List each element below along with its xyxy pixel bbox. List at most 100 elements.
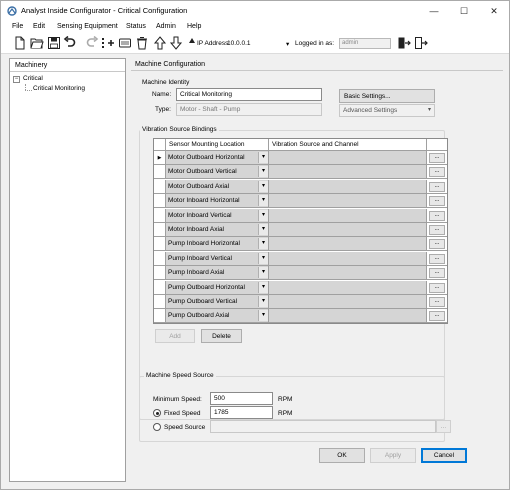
table-row[interactable]: Motor Outboard Axial ▾...	[154, 179, 447, 194]
minimum-speed-input[interactable]: 500	[210, 392, 273, 405]
vibration-source-cell[interactable]	[269, 237, 427, 252]
close-button[interactable]: ✕	[479, 1, 509, 21]
vibration-source-cell[interactable]	[269, 208, 427, 223]
browse-source-button[interactable]: ...	[429, 153, 445, 163]
chevron-down-icon[interactable]: ▾	[258, 238, 268, 250]
vibration-source-cell[interactable]	[269, 280, 427, 295]
table-row[interactable]: Pump Outboard Horizontal ▾...	[154, 280, 447, 295]
fixed-speed-input[interactable]: 1785	[210, 406, 273, 419]
name-input[interactable]: Critical Monitoring	[176, 88, 322, 101]
basic-settings-button[interactable]: Basic Settings...	[339, 89, 435, 103]
chevron-down-icon[interactable]: ▾	[258, 224, 268, 235]
table-row[interactable]: Pump Inboard Axial ▾...	[154, 266, 447, 281]
chevron-down-icon[interactable]: ▾	[258, 180, 268, 192]
browse-source-button[interactable]: ...	[429, 311, 445, 322]
row-header[interactable]	[154, 194, 166, 209]
menu-edit[interactable]: Edit	[33, 23, 45, 30]
collapse-icon[interactable]: −	[13, 76, 20, 83]
vibration-source-cell[interactable]	[269, 309, 427, 324]
browse-source-button[interactable]: ...	[429, 196, 445, 207]
row-header[interactable]	[154, 251, 166, 266]
sensor-location-dropdown[interactable]: Pump Outboard Horizontal ▾	[166, 280, 269, 295]
menu-file[interactable]: File	[12, 23, 23, 30]
table-row[interactable]: ▶ Motor Outboard Horizontal ▾...	[154, 151, 447, 165]
sensor-location-dropdown[interactable]: Motor Inboard Axial ▾	[166, 223, 269, 237]
row-header[interactable]	[154, 165, 166, 180]
chevron-down-icon[interactable]: ▾	[258, 166, 268, 178]
sensor-location-dropdown[interactable]: Pump Outboard Axial ▾	[166, 309, 269, 324]
browse-source-button[interactable]: ...	[429, 167, 445, 178]
arrow-down-icon[interactable]	[169, 36, 183, 50]
delete-button[interactable]: Delete	[201, 329, 242, 343]
row-header[interactable]	[154, 208, 166, 223]
vibration-source-cell[interactable]	[269, 194, 427, 209]
ok-button[interactable]: OK	[319, 448, 365, 463]
browse-source-button[interactable]: ...	[429, 253, 445, 264]
chevron-down-icon[interactable]: ▾	[258, 296, 268, 307]
delete-trash-icon[interactable]	[135, 36, 149, 50]
add-button[interactable]: Add	[155, 329, 195, 343]
chevron-down-icon[interactable]: ▾	[258, 281, 268, 293]
browse-source-button[interactable]: ...	[429, 268, 445, 279]
chevron-down-icon[interactable]: ▾	[258, 152, 268, 163]
sensor-location-dropdown[interactable]: Motor Outboard Horizontal ▾	[166, 151, 269, 165]
row-header[interactable]	[154, 237, 166, 252]
vibration-source-cell[interactable]	[269, 251, 427, 266]
speed-source-radio[interactable]	[153, 423, 161, 431]
vibration-source-cell[interactable]	[269, 179, 427, 194]
redo-icon[interactable]	[85, 36, 99, 50]
browse-source-button[interactable]: ...	[429, 210, 445, 221]
row-header[interactable]	[154, 295, 166, 309]
menu-help[interactable]: Help	[187, 23, 201, 30]
save-icon[interactable]	[47, 36, 61, 50]
row-header[interactable]	[154, 280, 166, 295]
sensor-location-dropdown[interactable]: Pump Inboard Horizontal ▾	[166, 237, 269, 252]
menu-admin[interactable]: Admin	[156, 23, 176, 30]
browse-source-button[interactable]: ...	[429, 225, 445, 235]
sensor-location-dropdown[interactable]: Pump Inboard Vertical ▾	[166, 251, 269, 266]
undo-icon[interactable]	[63, 36, 77, 50]
row-header[interactable]	[154, 266, 166, 281]
sensor-location-dropdown[interactable]: Motor Inboard Horizontal ▾	[166, 194, 269, 209]
chevron-down-icon[interactable]: ▾	[258, 267, 268, 279]
arrow-up-icon[interactable]	[153, 36, 167, 50]
row-header[interactable]	[154, 179, 166, 194]
table-row[interactable]: Motor Inboard Vertical ▾...	[154, 208, 447, 223]
menu-sensing-equipment[interactable]: Sensing Equipment	[57, 23, 118, 30]
table-row[interactable]: Pump Outboard Axial ▾...	[154, 309, 447, 324]
menu-status[interactable]: Status	[126, 23, 146, 30]
sensor-location-dropdown[interactable]: Motor Outboard Vertical ▾	[166, 165, 269, 180]
row-header[interactable]	[154, 223, 166, 237]
hardware-icon[interactable]	[118, 36, 132, 50]
row-header[interactable]	[154, 309, 166, 324]
sensor-location-dropdown[interactable]: Motor Inboard Vertical ▾	[166, 208, 269, 223]
minimize-button[interactable]: —	[419, 1, 449, 21]
sensor-location-dropdown[interactable]: Pump Outboard Vertical ▾	[166, 295, 269, 309]
current-row-indicator-icon[interactable]: ▶	[154, 151, 166, 165]
tree-item-critical-monitoring[interactable]: Critical Monitoring	[33, 85, 85, 92]
vibration-source-cell[interactable]	[269, 295, 427, 309]
chevron-down-icon[interactable]: ▾	[258, 195, 268, 207]
open-folder-icon[interactable]	[30, 36, 44, 50]
login-icon[interactable]	[414, 36, 428, 50]
browse-source-button[interactable]: ...	[429, 239, 445, 250]
table-row[interactable]: Motor Outboard Vertical ▾...	[154, 165, 447, 180]
chevron-down-icon[interactable]: ▾	[258, 252, 268, 264]
sensor-location-dropdown[interactable]: Motor Outboard Axial ▾	[166, 179, 269, 194]
table-row[interactable]: Pump Inboard Horizontal ▾...	[154, 237, 447, 252]
browse-source-button[interactable]: ...	[429, 282, 445, 293]
new-file-icon[interactable]	[13, 36, 27, 50]
maximize-button[interactable]: ☐	[449, 1, 479, 21]
ip-dropdown-icon[interactable]: ▾	[286, 40, 289, 48]
cancel-button[interactable]: Cancel	[421, 448, 467, 463]
table-row[interactable]: Pump Inboard Vertical ▾...	[154, 251, 447, 266]
vibration-source-cell[interactable]	[269, 223, 427, 237]
browse-source-button[interactable]: ...	[429, 297, 445, 307]
logout-icon[interactable]	[397, 36, 411, 50]
column-header-location[interactable]: Sensor Mounting Location	[166, 139, 269, 151]
table-row[interactable]: Motor Inboard Horizontal ▾...	[154, 194, 447, 209]
table-row[interactable]: Pump Outboard Vertical ▾...	[154, 295, 447, 309]
vibration-source-cell[interactable]	[269, 165, 427, 180]
browse-source-button[interactable]: ...	[429, 181, 445, 192]
tree-item-critical[interactable]: Critical	[23, 75, 43, 82]
